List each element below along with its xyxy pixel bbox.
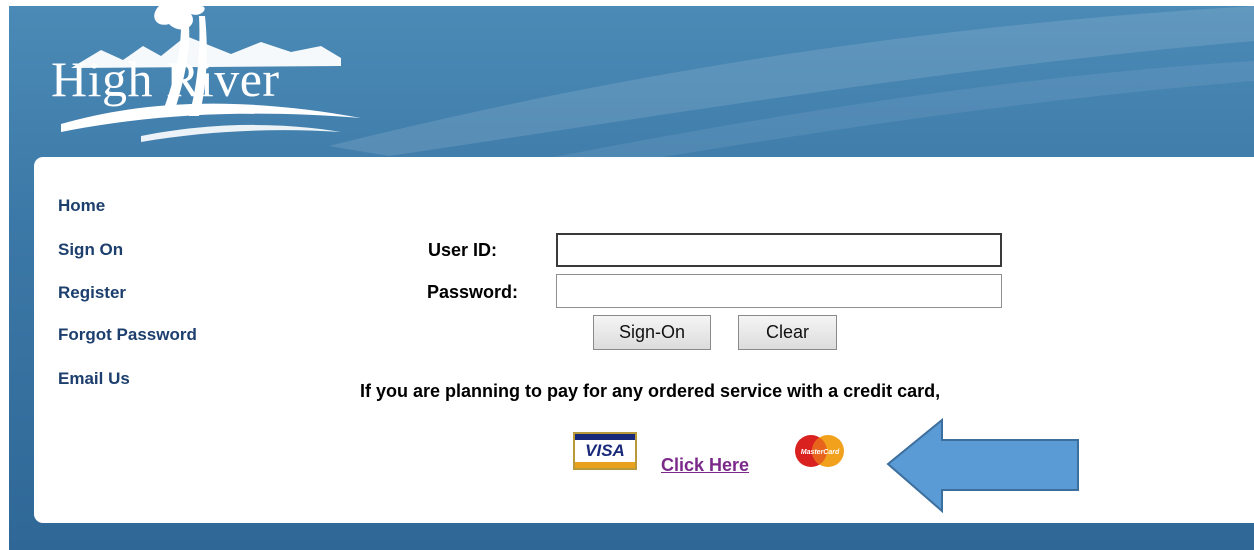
mastercard-wordmark: MasterCard (801, 449, 840, 456)
logo-text: High River (51, 51, 280, 107)
password-input[interactable] (556, 274, 1002, 308)
nav-sign-on-link[interactable]: Sign On (58, 240, 123, 260)
visa-icon: VISA (573, 432, 637, 470)
mastercard-icon: MasterCard (795, 435, 844, 467)
user-id-label: User ID: (428, 240, 498, 260)
payment-notice: If you are planning to pay for any order… (360, 381, 941, 401)
password-label: Password: (427, 282, 519, 302)
nav-home-link[interactable]: Home (58, 196, 105, 216)
nav-email-us-link[interactable]: Email Us (58, 369, 130, 389)
site-logo[interactable]: High River (31, 6, 371, 151)
nav-register-link[interactable]: Register (58, 283, 126, 303)
user-id-input[interactable] (556, 233, 1002, 267)
arrow-left-icon (886, 418, 1079, 514)
sign-on-button[interactable]: Sign-On (593, 315, 711, 350)
clear-button[interactable]: Clear (738, 315, 837, 350)
click-here-link[interactable]: Click Here (661, 455, 749, 476)
visa-wordmark: VISA (585, 441, 625, 460)
nav-forgot-password-link[interactable]: Forgot Password (58, 325, 197, 345)
